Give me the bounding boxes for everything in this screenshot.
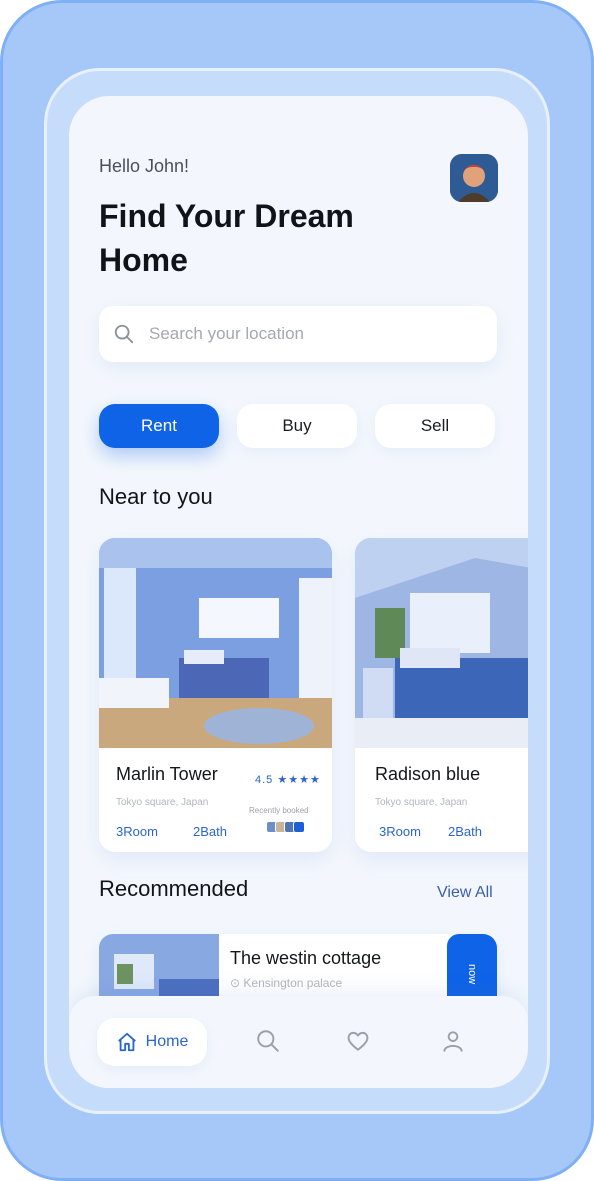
location-pin-icon: ⊙ bbox=[230, 976, 241, 990]
avatar[interactable] bbox=[450, 154, 498, 202]
tab-sell[interactable]: Sell bbox=[375, 404, 495, 448]
property-name: Radison blue bbox=[375, 764, 481, 784]
listing-type-tabs: Rent Buy Sell bbox=[99, 404, 495, 448]
location-text: Kensington palace bbox=[243, 976, 343, 990]
property-image bbox=[355, 538, 528, 748]
search-icon bbox=[114, 324, 134, 344]
room-count: 3Room bbox=[379, 824, 421, 839]
heart-icon[interactable] bbox=[345, 1028, 371, 1054]
room-count: 3Room bbox=[116, 824, 158, 839]
property-name: The westin cottage bbox=[230, 948, 382, 968]
booker-avatar bbox=[293, 821, 305, 833]
bath-count: 2Bath bbox=[448, 824, 482, 839]
app-screen: Hello John! Find Your Dream Home Rent Bu… bbox=[69, 96, 528, 1088]
property-card[interactable]: Radison blue Tokyo square, Japan 3Room 2… bbox=[355, 538, 528, 852]
property-image bbox=[99, 538, 332, 748]
tab-rent[interactable]: Rent bbox=[99, 404, 219, 448]
rating-value: 4.5 bbox=[255, 774, 274, 786]
property-location: Tokyo square, Japan bbox=[375, 797, 468, 808]
home-icon bbox=[117, 1032, 136, 1052]
search-icon[interactable] bbox=[255, 1028, 281, 1054]
recently-booked-label: Recently booked bbox=[249, 806, 309, 815]
property-location: ⊙ Kensington palace bbox=[230, 976, 342, 990]
property-card[interactable]: Marlin Tower 4.5 ★★★★ Tokyo square, Japa… bbox=[99, 538, 332, 852]
property-location: Tokyo square, Japan bbox=[116, 797, 209, 808]
search-bar[interactable] bbox=[99, 306, 497, 362]
bath-count: 2Bath bbox=[193, 824, 227, 839]
tab-buy[interactable]: Buy bbox=[237, 404, 357, 448]
nav-home-label: Home bbox=[145, 1033, 189, 1050]
recommended-section-title: Recommended bbox=[99, 876, 249, 901]
rating-stars: ★★★★ bbox=[277, 774, 321, 786]
rating: 4.5 ★★★★ bbox=[255, 773, 321, 786]
page-title: Find Your Dream Home bbox=[99, 198, 354, 278]
near-section-title: Near to you bbox=[99, 484, 213, 509]
property-name: Marlin Tower bbox=[116, 764, 218, 784]
view-all-link[interactable]: View All bbox=[437, 884, 493, 902]
recent-bookers-avatars bbox=[266, 821, 305, 833]
greeting-text: Hello John! bbox=[99, 156, 190, 176]
bottom-navigation: Home bbox=[69, 996, 528, 1088]
search-input[interactable] bbox=[149, 324, 479, 344]
nav-home-button[interactable]: Home bbox=[97, 1018, 207, 1066]
profile-icon[interactable] bbox=[440, 1028, 466, 1054]
